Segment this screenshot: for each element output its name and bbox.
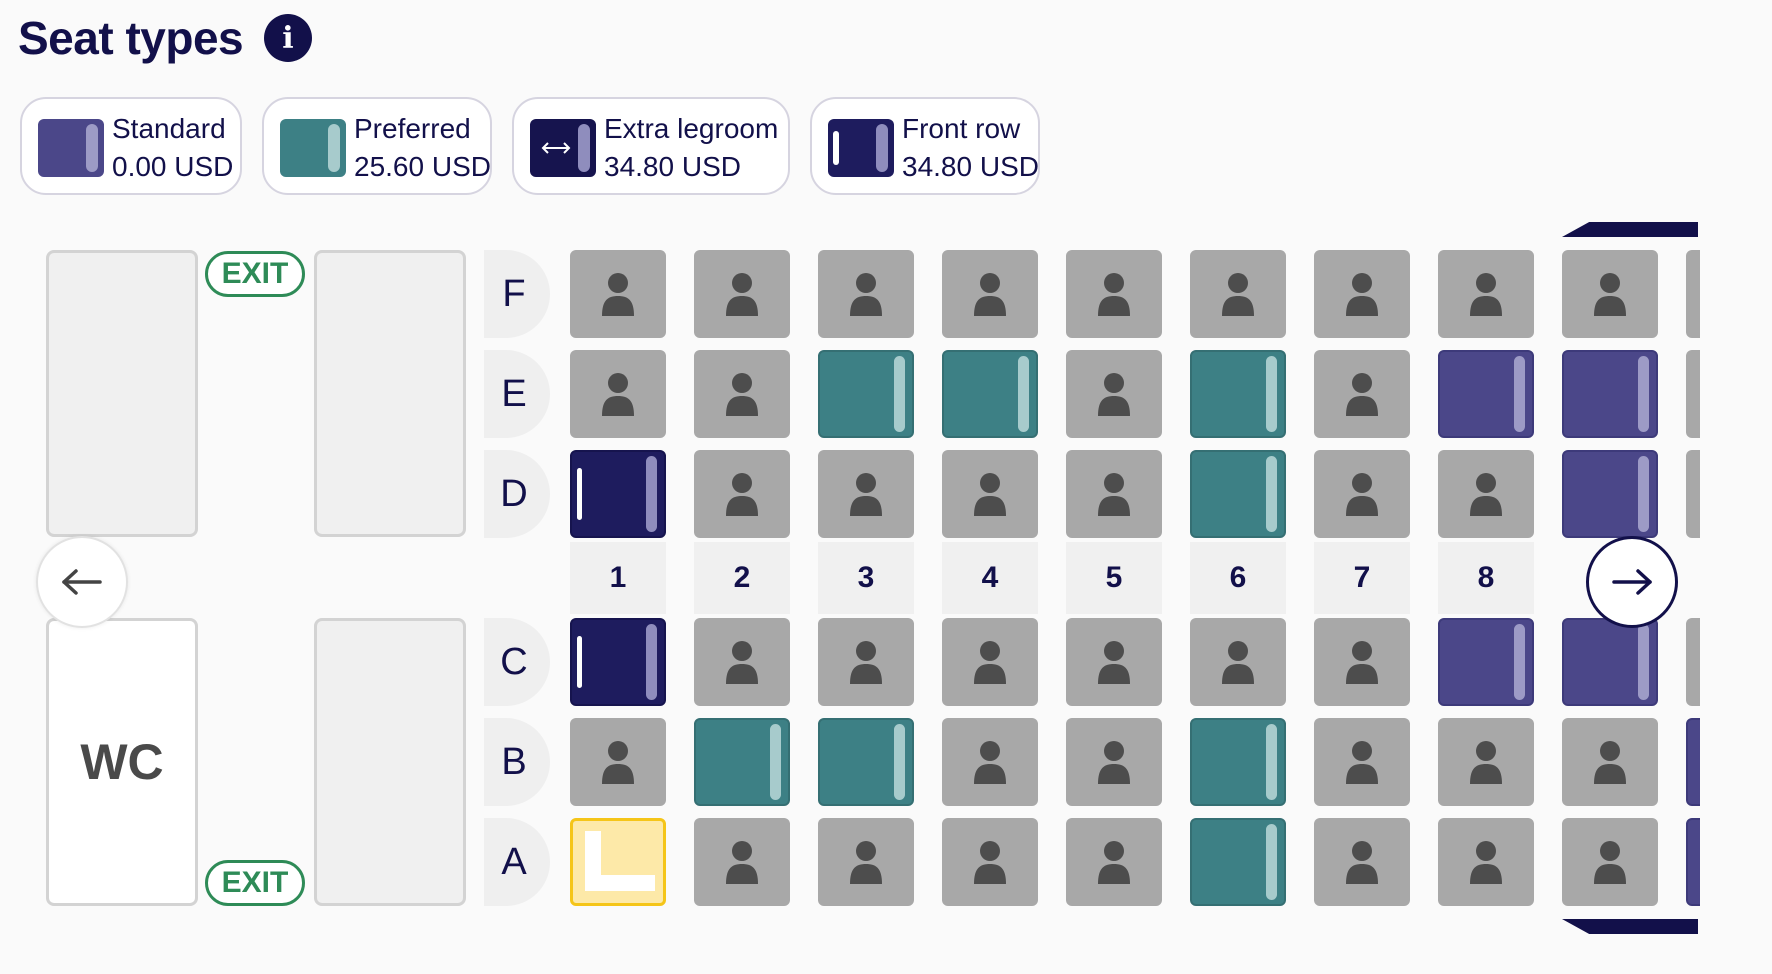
- scroll-left-button[interactable]: [36, 536, 128, 628]
- seat-8f: [1438, 250, 1534, 338]
- seat-5b: [1066, 718, 1162, 806]
- arrow-left-icon: [62, 569, 102, 595]
- seat-7a: [1314, 818, 1410, 906]
- seat-4a: [942, 818, 1038, 906]
- seat-2a: [694, 818, 790, 906]
- seat-3c: [818, 618, 914, 706]
- seat-grid: 12345678: [0, 0, 1700, 974]
- seat-2c: [694, 618, 790, 706]
- seat-3e[interactable]: [818, 350, 914, 438]
- column-number-1: 1: [570, 542, 666, 614]
- seat-6d[interactable]: [1190, 450, 1286, 538]
- arrow-right-icon: [1612, 569, 1652, 595]
- seat-6b[interactable]: [1190, 718, 1286, 806]
- seat-9e[interactable]: [1562, 350, 1658, 438]
- seat-5c: [1066, 618, 1162, 706]
- scroll-right-button[interactable]: [1586, 536, 1678, 628]
- seat-5d: [1066, 450, 1162, 538]
- seat-1b: [570, 718, 666, 806]
- seat-5a: [1066, 818, 1162, 906]
- seat-9f: [1562, 250, 1658, 338]
- seat-6a[interactable]: [1190, 818, 1286, 906]
- seat-4c: [942, 618, 1038, 706]
- seat-1c[interactable]: [570, 618, 666, 706]
- seat-2f: [694, 250, 790, 338]
- seat-2b[interactable]: [694, 718, 790, 806]
- seat-7f: [1314, 250, 1410, 338]
- seat-1a[interactable]: [570, 818, 666, 906]
- seat-3b[interactable]: [818, 718, 914, 806]
- seat-6c: [1190, 618, 1286, 706]
- column-number-5: 5: [1066, 542, 1162, 614]
- seat-7e: [1314, 350, 1410, 438]
- seat-2e: [694, 350, 790, 438]
- seat-1f: [570, 250, 666, 338]
- seat-4b: [942, 718, 1038, 806]
- seat-3d: [818, 450, 914, 538]
- seat-8d: [1438, 450, 1534, 538]
- column-number-4: 4: [942, 542, 1038, 614]
- seat-partial-a: [1686, 818, 1700, 906]
- seat-7d: [1314, 450, 1410, 538]
- seat-partial-e: [1686, 350, 1700, 438]
- seat-7b: [1314, 718, 1410, 806]
- seat-partial-c: [1686, 618, 1700, 706]
- seat-partial-f: [1686, 250, 1700, 338]
- column-number-7: 7: [1314, 542, 1410, 614]
- seat-9a: [1562, 818, 1658, 906]
- seat-8c[interactable]: [1438, 618, 1534, 706]
- seat-1d[interactable]: [570, 450, 666, 538]
- column-number-2: 2: [694, 542, 790, 614]
- seat-9c[interactable]: [1562, 618, 1658, 706]
- seat-4d: [942, 450, 1038, 538]
- seat-6e[interactable]: [1190, 350, 1286, 438]
- seat-6f: [1190, 250, 1286, 338]
- column-number-8: 8: [1438, 542, 1534, 614]
- seat-8a: [1438, 818, 1534, 906]
- seat-1e: [570, 350, 666, 438]
- seat-partial-b: [1686, 718, 1700, 806]
- seat-5f: [1066, 250, 1162, 338]
- column-number-6: 6: [1190, 542, 1286, 614]
- seat-4e[interactable]: [942, 350, 1038, 438]
- seat-4f: [942, 250, 1038, 338]
- seat-3a: [818, 818, 914, 906]
- seat-9d[interactable]: [1562, 450, 1658, 538]
- seat-7c: [1314, 618, 1410, 706]
- seat-5e: [1066, 350, 1162, 438]
- seat-9b: [1562, 718, 1658, 806]
- seat-3f: [818, 250, 914, 338]
- seat-partial-d: [1686, 450, 1700, 538]
- column-number-3: 3: [818, 542, 914, 614]
- seat-8b: [1438, 718, 1534, 806]
- seat-8e[interactable]: [1438, 350, 1534, 438]
- seat-2d: [694, 450, 790, 538]
